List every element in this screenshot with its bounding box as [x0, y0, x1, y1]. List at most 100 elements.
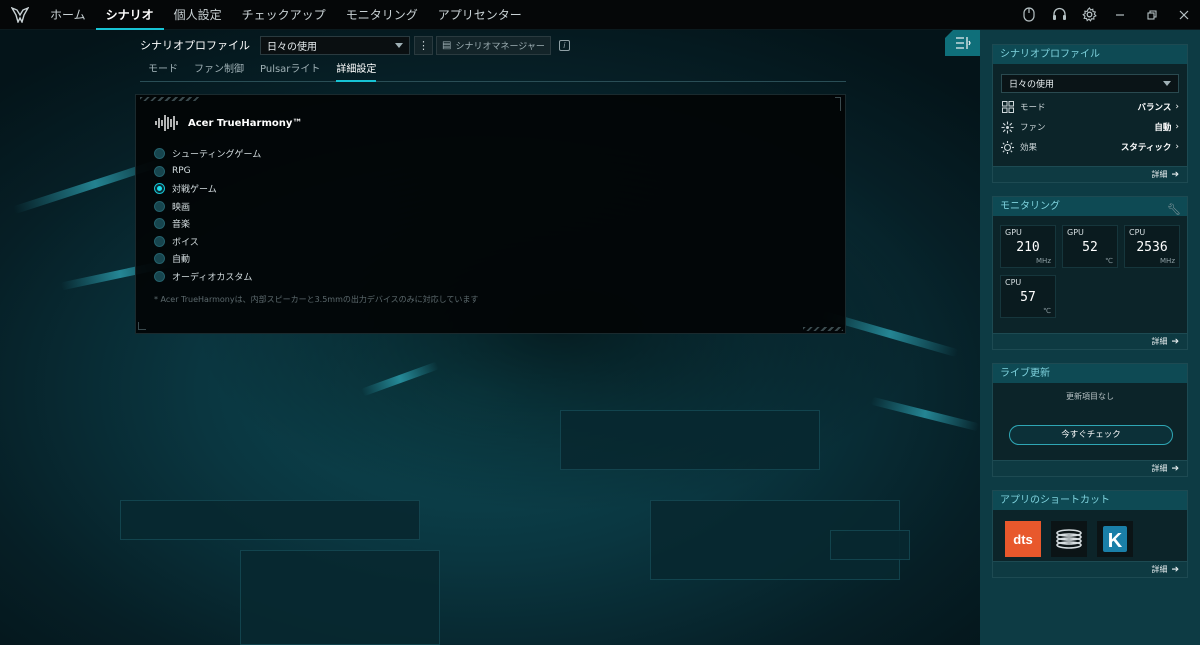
profile-row: シナリオプロファイル 日々の使用 ⋮ ▤ シナリオマネージャー i: [140, 35, 570, 55]
info-icon[interactable]: i: [558, 39, 570, 51]
radio-button[interactable]: [154, 165, 165, 177]
scenario-manager-button[interactable]: ▤ シナリオマネージャー: [436, 35, 551, 55]
app-shortcut-list: dts K: [1005, 521, 1143, 557]
headset-icon[interactable]: [1044, 0, 1074, 30]
chevron-right-icon: ›: [1175, 142, 1179, 152]
scenario-card-title: シナリオプロファイル: [993, 45, 1187, 64]
sidebar-profile-value: 日々の使用: [1009, 80, 1055, 90]
sidebar-fan-row[interactable]: ファン 自動 ›: [1001, 117, 1179, 137]
right-sidebar: シナリオプロファイル 日々の使用 モード バランス › ファン 自動 › 効果 …: [980, 30, 1200, 645]
live-update-title: ライブ更新: [993, 364, 1187, 383]
radio-music[interactable]: 音楽: [154, 215, 261, 233]
mode-value: バランス: [1137, 103, 1172, 113]
radio-button[interactable]: [154, 235, 165, 247]
sidebar-profile-dropdown[interactable]: 日々の使用: [1001, 74, 1179, 93]
radio-label: オーディオカスタム: [172, 272, 253, 283]
scenario-detail-link[interactable]: 詳細 ➔: [993, 166, 1187, 182]
no-updates-text: 更新項目なし: [1066, 392, 1114, 401]
tile-label: CPU: [1129, 228, 1146, 237]
profile-dropdown[interactable]: 日々の使用: [260, 35, 410, 55]
minimize-icon[interactable]: [1104, 0, 1136, 30]
tile-unit: MHz: [1160, 257, 1175, 265]
chevron-down-icon: [395, 42, 403, 48]
k-app-icon[interactable]: K: [1097, 521, 1133, 557]
chevron-right-icon: ›: [1175, 122, 1179, 132]
cpu-clock-tile: CPU 2536 MHz: [1124, 225, 1180, 268]
gpu-clock-tile: GPU 210 MHz: [1000, 225, 1056, 268]
monitoring-card: モニタリング 🔧︎ GPU 210 MHz GPU 52 ℃ CPU 2536 …: [992, 196, 1188, 350]
dts-app-icon[interactable]: dts: [1005, 521, 1041, 557]
grid-icon: [1001, 101, 1014, 114]
radio-label: 自動: [172, 255, 191, 266]
k-letter: K: [1108, 530, 1123, 552]
radio-voice[interactable]: ボイス: [154, 233, 261, 251]
tile-label: CPU: [1005, 278, 1022, 287]
radio-shooting-game[interactable]: シューティングゲーム: [154, 145, 261, 163]
tile-value: 210: [1016, 240, 1040, 255]
sub-tab-bar: モード ファン制御 Pulsarライト 詳細設定: [140, 62, 846, 82]
radio-button[interactable]: [154, 148, 165, 160]
tile-unit: MHz: [1036, 257, 1051, 265]
effect-label: 効果: [1020, 143, 1038, 153]
check-now-button[interactable]: 今すぐチェック: [1009, 425, 1173, 445]
nav-app-center[interactable]: アプリセンター: [428, 0, 532, 30]
radio-movie[interactable]: 映画: [154, 198, 261, 216]
radio-label: 映画: [172, 202, 191, 213]
radio-button[interactable]: [154, 200, 165, 212]
radio-button[interactable]: [154, 253, 165, 265]
sun-icon: [1001, 140, 1014, 154]
fan-label: ファン: [1020, 123, 1046, 133]
radio-button-selected[interactable]: [154, 183, 165, 195]
arrow-right-icon: ➔: [1171, 565, 1179, 575]
tile-label: GPU: [1005, 228, 1022, 237]
sidebar-mode-row[interactable]: モード バランス ›: [1001, 97, 1179, 117]
nav-checkup[interactable]: チェックアップ: [232, 0, 336, 30]
tab-mode[interactable]: モード: [140, 62, 186, 81]
radio-label: シューティングゲーム: [172, 150, 262, 161]
radio-button[interactable]: [154, 270, 165, 282]
trueharmony-logo-icon: [155, 115, 178, 131]
tab-pulsar-light[interactable]: Pulsarライト: [252, 62, 328, 81]
wrench-icon[interactable]: 🔧︎: [1167, 200, 1181, 219]
folder-list-icon: ▤: [442, 39, 452, 51]
more-options-button[interactable]: ⋮: [414, 35, 433, 55]
sidebar-effect-row[interactable]: 効果 スタティック ›: [1001, 137, 1179, 157]
radio-label: RPG: [172, 166, 191, 177]
radio-versus-game[interactable]: 対戦ゲーム: [154, 180, 261, 198]
cpu-temp-tile: CPU 57 ℃: [1000, 275, 1056, 318]
detail-label: 詳細: [1151, 170, 1168, 179]
monitoring-detail-link[interactable]: 詳細 ➔: [993, 333, 1187, 349]
profile-label: シナリオプロファイル: [140, 39, 250, 52]
app-shortcuts-card: アプリのショートカット dts K 詳細 ➔: [992, 490, 1188, 578]
predator-logo-icon: [0, 0, 40, 30]
shortcuts-detail-link[interactable]: 詳細 ➔: [993, 561, 1187, 577]
nav-scenario[interactable]: シナリオ: [95, 0, 164, 30]
tab-advanced-settings[interactable]: 詳細設定: [328, 62, 384, 82]
sound-mode-radio-group: シューティングゲーム RPG 対戦ゲーム 映画 音楽 ボイス 自動 オーディオカ…: [154, 145, 261, 285]
nav-home[interactable]: ホーム: [40, 0, 96, 30]
tile-unit: ℃: [1043, 307, 1051, 315]
chevron-right-icon: ›: [1175, 102, 1179, 112]
fan-icon: [1001, 121, 1014, 134]
radio-button[interactable]: [154, 218, 165, 230]
nav-monitoring[interactable]: モニタリング: [336, 0, 428, 30]
radio-auto[interactable]: 自動: [154, 250, 261, 268]
tile-value: 57: [1020, 290, 1036, 305]
monitoring-card-title: モニタリング 🔧︎: [993, 197, 1187, 216]
trueharmony-title: Acer TrueHarmony™: [188, 117, 303, 129]
radio-audio-custom[interactable]: オーディオカスタム: [154, 268, 261, 286]
live-update-card: ライブ更新 更新項目なし 今すぐチェック 詳細 ➔: [992, 363, 1188, 477]
restore-icon[interactable]: [1136, 0, 1168, 30]
gear-icon[interactable]: [1074, 0, 1104, 30]
mouse-icon[interactable]: [1014, 0, 1044, 30]
close-icon[interactable]: [1168, 0, 1200, 30]
live-detail-link[interactable]: 詳細 ➔: [993, 460, 1187, 476]
trueharmony-header: Acer TrueHarmony™: [154, 113, 302, 133]
coil-app-icon[interactable]: [1051, 521, 1087, 557]
radio-label: 音楽: [172, 220, 191, 231]
tab-fan-control[interactable]: ファン制御: [186, 62, 252, 81]
sidebar-toggle-button[interactable]: [945, 30, 980, 56]
radio-rpg[interactable]: RPG: [154, 163, 261, 181]
gpu-temp-tile: GPU 52 ℃: [1062, 225, 1118, 268]
nav-personal-settings[interactable]: 個人設定: [164, 0, 232, 30]
